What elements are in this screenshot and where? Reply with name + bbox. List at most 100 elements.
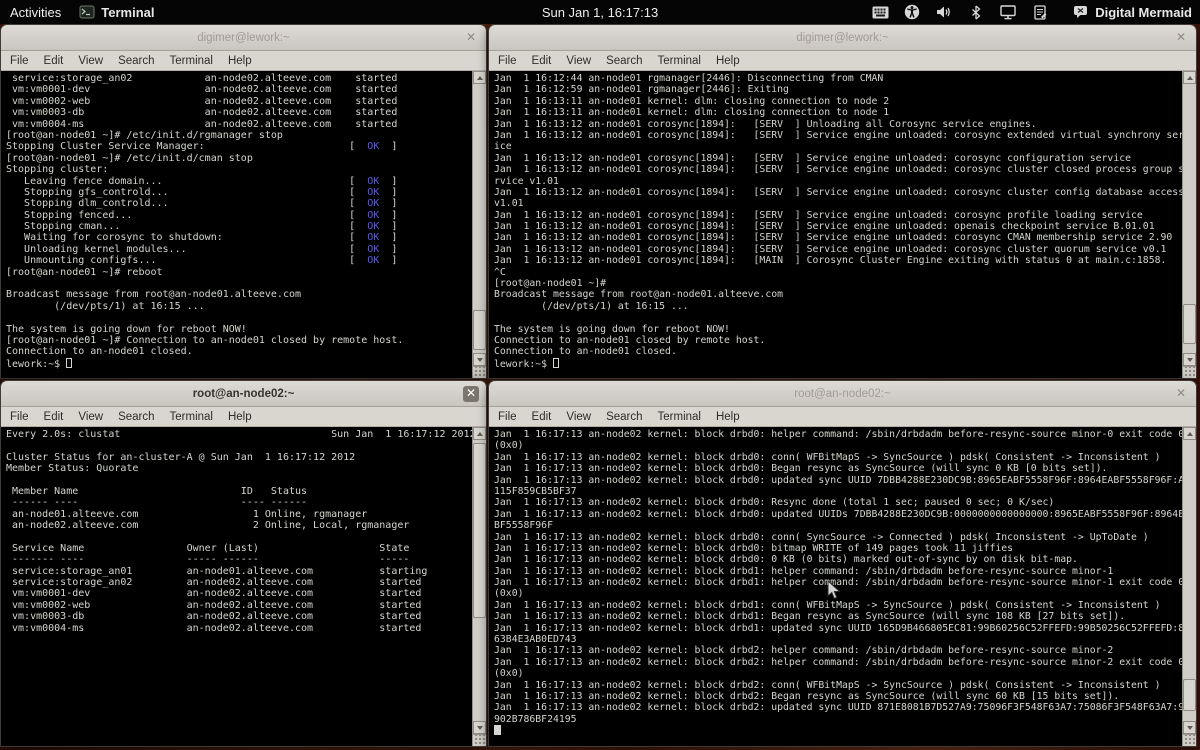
menu-item-view[interactable]: View xyxy=(78,411,103,423)
terminal-line: Jan 1 16:12:59 an-node01 rgmanager[2446]… xyxy=(494,84,1182,95)
bluetooth-icon[interactable] xyxy=(967,3,985,21)
terminal-line: Jan 1 16:17:13 an-node02 kernel: block d… xyxy=(494,429,1182,440)
menu-item-edit[interactable]: Edit xyxy=(532,55,552,67)
terminal-line: Jan 1 16:13:12 an-node01 corosync[1894]:… xyxy=(494,221,1182,232)
terminal-content: service:storage_an02 an-node02.alteeve.c… xyxy=(1,71,486,378)
menu-item-file[interactable]: File xyxy=(498,55,517,67)
terminal-window-top-right: digimer@lework:~ ✕ File Edit View Search Ter… xyxy=(488,24,1197,379)
menu-item-search[interactable]: Search xyxy=(606,411,642,423)
scrollbar-thumb[interactable] xyxy=(1183,304,1196,344)
terminal-line: Every 2.0s: clustat Sun Jan 1 16:17:12 2… xyxy=(6,429,472,440)
keyboard-icon[interactable] xyxy=(871,3,889,21)
menu-item-view[interactable]: View xyxy=(78,55,103,67)
menu-item-help[interactable]: Help xyxy=(716,55,740,67)
resize-grip[interactable] xyxy=(473,366,486,378)
terminal-line: (/dev/pts/1) at 16:15 ... xyxy=(494,301,1182,312)
top-bar-left: Activities Terminal xyxy=(0,4,155,20)
resize-grip[interactable] xyxy=(1183,366,1196,378)
scroll-down-icon[interactable] xyxy=(473,353,486,366)
close-icon[interactable]: ✕ xyxy=(463,30,479,46)
close-icon[interactable]: ✕ xyxy=(1173,30,1189,46)
terminal-output[interactable]: Every 2.0s: clustat Sun Jan 1 16:17:12 2… xyxy=(1,427,472,746)
menu-item-help[interactable]: Help xyxy=(716,411,740,423)
scroll-up-icon[interactable] xyxy=(473,71,486,84)
scrollbar-thumb[interactable] xyxy=(473,310,486,350)
terminal-line xyxy=(6,440,472,451)
activities-button[interactable]: Activities xyxy=(10,5,61,20)
terminal-line: Jan 1 16:13:11 an-node01 kernel: dlm: cl… xyxy=(494,96,1182,107)
scrollbar[interactable] xyxy=(1182,71,1196,378)
menu-item-help[interactable]: Help xyxy=(228,55,252,67)
resize-grip[interactable] xyxy=(1183,734,1196,746)
terminal-line: Member Name ID Status xyxy=(6,486,472,497)
menu-item-terminal[interactable]: Terminal xyxy=(170,411,213,423)
menu-item-search[interactable]: Search xyxy=(606,55,642,67)
terminal-line: The system is going down for reboot NOW! xyxy=(494,324,1182,335)
menu-bar: File Edit View Search Terminal Help xyxy=(489,51,1196,71)
scrollbar-thumb[interactable] xyxy=(473,443,486,618)
menu-item-search[interactable]: Search xyxy=(118,411,154,423)
menu-item-terminal[interactable]: Terminal xyxy=(658,411,701,423)
scrollbar[interactable] xyxy=(1182,427,1196,746)
terminal-line xyxy=(6,532,472,543)
scroll-down-icon[interactable] xyxy=(1183,721,1196,734)
terminal-line: an-node01.alteeve.com 1 Online, rgmanage… xyxy=(6,509,472,520)
menu-item-help[interactable]: Help xyxy=(228,411,252,423)
menu-item-edit[interactable]: Edit xyxy=(44,411,64,423)
scroll-up-icon[interactable] xyxy=(1183,71,1196,84)
scroll-up-icon[interactable] xyxy=(1183,427,1196,440)
user-menu[interactable]: Digital Mermaid xyxy=(1073,5,1192,20)
app-menu[interactable]: Terminal xyxy=(79,4,154,20)
scroll-down-icon[interactable] xyxy=(1183,353,1196,366)
terminal-content: Jan 1 16:12:44 an-node01 rgmanager[2446]… xyxy=(489,71,1196,378)
terminal-line: Jan 1 16:13:12 an-node01 corosync[1894]:… xyxy=(494,130,1182,141)
terminal-line: Stopping fenced... [ OK ] xyxy=(6,210,472,221)
display-icon[interactable] xyxy=(999,3,1017,21)
menu-bar: File Edit View Search Terminal Help xyxy=(1,407,486,427)
scroll-up-icon[interactable] xyxy=(473,427,486,440)
terminal-line: Stopping Cluster Service Manager: [ OK ] xyxy=(6,141,472,152)
top-bar: Activities Terminal Sun Jan 1, 16:17:13 xyxy=(0,0,1200,24)
clipboard-icon[interactable] xyxy=(1031,3,1049,21)
menu-bar: File Edit View Search Terminal Help xyxy=(1,51,486,71)
menu-item-file[interactable]: File xyxy=(498,411,517,423)
terminal-output[interactable]: service:storage_an02 an-node02.alteeve.c… xyxy=(1,71,472,378)
scroll-down-icon[interactable] xyxy=(473,721,486,734)
menu-item-terminal[interactable]: Terminal xyxy=(170,55,213,67)
terminal-window-top-left: digimer@lework:~ ✕ File Edit View Search Ter… xyxy=(0,24,487,379)
menu-item-terminal[interactable]: Terminal xyxy=(658,55,701,67)
close-icon[interactable]: ✕ xyxy=(463,386,479,402)
terminal-line: [root@an-node01 ~]# xyxy=(494,278,1182,289)
menu-item-edit[interactable]: Edit xyxy=(532,411,552,423)
window-titlebar[interactable]: digimer@lework:~ ✕ xyxy=(489,25,1196,51)
resize-grip[interactable] xyxy=(473,734,486,746)
terminal-line: Stopping cluster: xyxy=(6,164,472,175)
volume-icon[interactable] xyxy=(935,3,953,21)
window-titlebar[interactable]: root@an-node02:~ ✕ xyxy=(1,381,486,407)
terminal-line: Connection to an-node01 closed. xyxy=(494,346,1182,357)
menu-item-edit[interactable]: Edit xyxy=(44,55,64,67)
menu-item-view[interactable]: View xyxy=(566,55,591,67)
menu-item-view[interactable]: View xyxy=(566,411,591,423)
terminal-line: Cluster Status for an-cluster-A @ Sun Ja… xyxy=(6,452,472,463)
terminal-line: Jan 1 16:13:11 an-node01 kernel: dlm: cl… xyxy=(494,107,1182,118)
scrollbar[interactable] xyxy=(472,71,486,378)
ok-status: OK xyxy=(367,232,379,243)
window-title: digimer@lework:~ xyxy=(197,32,290,44)
menu-item-file[interactable]: File xyxy=(10,55,29,67)
mouse-cursor xyxy=(827,580,842,601)
terminal-window-bottom-left: root@an-node02:~ ✕ File Edit View Search Ter… xyxy=(0,380,487,747)
window-titlebar[interactable]: digimer@lework:~ ✕ xyxy=(1,25,486,51)
terminal-cursor xyxy=(553,358,559,368)
menu-item-search[interactable]: Search xyxy=(118,55,154,67)
menu-item-file[interactable]: File xyxy=(10,411,29,423)
terminal-line: [root@an-node01 ~]# /etc/init.d/cman sto… xyxy=(6,153,472,164)
accessibility-icon[interactable] xyxy=(903,3,921,21)
scrollbar[interactable] xyxy=(472,427,486,746)
terminal-output[interactable]: Jan 1 16:12:44 an-node01 rgmanager[2446]… xyxy=(489,71,1182,378)
window-titlebar[interactable]: root@an-node02:~ ✕ xyxy=(489,381,1196,407)
terminal-line: Jan 1 16:13:12 an-node01 corosync[1894]:… xyxy=(494,164,1182,175)
terminal-line: service:storage_an02 an-node02.alteeve.c… xyxy=(6,577,472,588)
close-icon[interactable]: ✕ xyxy=(1173,386,1189,402)
scrollbar-thumb[interactable] xyxy=(1183,679,1196,711)
